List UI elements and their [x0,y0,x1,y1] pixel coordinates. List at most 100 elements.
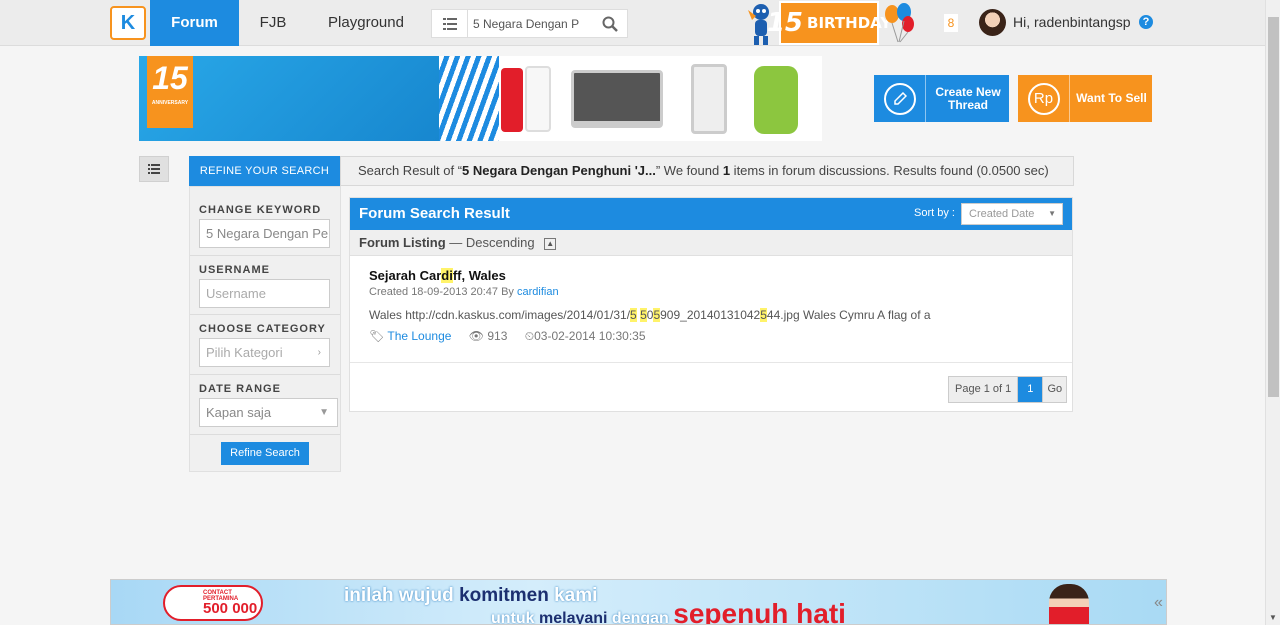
summary-count: 1 [722,163,731,178]
refine-sidebar: CHANGE KEYWORD 5 Negara Dengan Pe USERNA… [189,186,341,472]
thread-snippet: Wales http://cdn.kaskus.com/images/2014/… [369,308,931,322]
chevron-down-icon: ▼ [319,407,329,418]
go-button[interactable]: Go [1042,377,1067,402]
last-post-time: 03-02-2014 10:30:35 [534,329,646,343]
keyword-input[interactable]: 5 Negara Dengan Pe [199,219,330,248]
sidebar-toggle-button[interactable] [139,156,169,182]
category-link[interactable]: The Lounge [387,329,451,343]
summary-suffix: items in forum discussions. Results foun… [730,163,1049,178]
username-label: USERNAME [199,264,270,276]
refine-search-button[interactable]: Refine Search [221,442,309,465]
forum-listing-bar: Forum Listing — Descending ▲ [350,230,1072,256]
tab-playground[interactable]: Playground [313,0,419,46]
ad-text: melayani [539,610,608,625]
want-to-sell-label: Want To Sell [1076,91,1147,105]
listing-label: Forum Listing [359,235,446,250]
eye-icon: 👁 [468,329,484,343]
create-thread-button[interactable]: Create New Thread [874,75,1009,122]
phone-white-image [525,66,551,132]
rupiah-icon-text: Rp [1027,82,1060,115]
laptop-image [571,70,663,128]
avatar[interactable] [979,9,1006,36]
date-range-section: DATE RANGE Kapan saja ▼ [190,375,340,435]
list-toggle-icon [148,164,160,174]
category-section: CHOOSE CATEGORY Pilih Kategori › [190,315,340,375]
thread-title-link[interactable]: Sejarah Cardiff, Wales [369,268,506,283]
ad-text: untuk [491,610,539,625]
category-label: CHOOSE CATEGORY [199,323,326,335]
page-info: Page 1 of 1 [949,377,1019,402]
snippet-highlight: 5 [760,308,767,322]
anniversary-label: ANNIVERSARY [151,100,189,106]
summary-prefix: Search Result of “ [358,163,463,178]
ad-text: sepenuh hati [673,598,846,625]
birthday-label: BIRTHDAY [807,14,892,32]
page-scrollbar[interactable]: ▼ [1265,0,1280,625]
category-placeholder: Pilih Kategori [206,345,283,360]
user-greeting[interactable]: Hi, radenbintangsp [1013,14,1131,30]
snippet-highlight: 5 [640,308,647,322]
tab-fjb[interactable]: FJB [243,0,303,46]
phone-red-image [501,68,523,132]
date-range-value: Kapan saja [206,405,272,420]
keyword-section: CHANGE KEYWORD 5 Negara Dengan Pe [190,187,340,256]
snippet-text: 44.jpg Wales Cymru A flag of a [766,308,931,322]
clock-icon: ⏲ [524,329,535,343]
anniversary-banner[interactable]: 15 ANNIVERSARY [139,56,822,141]
refine-search-tab[interactable]: REFINE YOUR SEARCH [189,156,340,186]
date-range-select[interactable]: Kapan saja ▼ [199,398,338,427]
search-icon[interactable] [599,13,621,35]
thread-footer: 🏷 The Lounge 👁 913 ⏲03-02-2014 10:30:35 [369,329,660,344]
forum-search-results: Forum Search Result Sort by : Created Da… [349,197,1073,412]
sort-label: Sort by : [914,207,955,219]
bottom-advertisement[interactable]: CONTACT PERTAMINA 500 000 inilah wujud k… [110,579,1167,625]
username-section: USERNAME Username [190,256,340,315]
chevron-right-icon: › [317,347,321,358]
smartwatch-image [754,66,798,134]
username-input[interactable]: Username [199,279,330,308]
birthday-badge[interactable]: 15 BIRTHDAY [767,1,891,45]
ad-badge-number: 500 000 [203,600,258,617]
iphone-image [691,64,727,134]
search-bar [431,9,628,38]
thread-meta: Created 18-09-2013 20:47 By cardifian [369,286,559,298]
pagination: Page 1 of 1 1 Go [948,376,1068,403]
balloons-icon [882,2,918,44]
thread-title-pre: Sejarah Car [369,268,442,283]
list-icon[interactable] [432,10,468,37]
listing-order: — Descending [445,235,535,250]
ad-text: dengan [607,610,674,625]
sort-select[interactable]: Created Date ▼ [961,203,1063,225]
page-number-button[interactable]: 1 [1018,377,1043,402]
search-result-summary: Search Result of “5 Negara Dengan Penghu… [340,156,1074,186]
collapse-ad-icon[interactable]: « [1154,594,1163,612]
collapse-icon[interactable]: ▲ [544,237,557,250]
date-range-label: DATE RANGE [199,383,281,395]
thread-author-link[interactable]: cardifian [517,286,559,298]
want-to-sell-button[interactable]: Rp Want To Sell [1018,75,1152,122]
kaskus-logo[interactable]: K [110,6,146,40]
search-input[interactable] [473,14,598,34]
birthday-number: 15 [766,8,804,38]
anniversary-number: 15 [152,60,188,96]
tab-forum[interactable]: Forum [150,0,239,46]
banner-stripes [439,56,499,141]
keyword-label: CHANGE KEYWORD [199,204,322,216]
notification-count[interactable]: 8 [944,14,958,32]
ad-text: inilah wujud [344,585,460,606]
ad-headline-2: untuk melayani dengan sepenuh hati [491,598,846,625]
ad-person-image [1049,584,1089,624]
help-icon[interactable]: ? [1139,15,1153,29]
logo-letter: K [120,11,136,34]
create-thread-label: Create New Thread [935,84,1001,112]
results-divider [350,362,1072,363]
snippet-text: 909_20140131042 [660,308,761,322]
sort-value: Created Date [969,208,1035,220]
snippet-highlight: 5 [630,308,637,322]
category-select[interactable]: Pilih Kategori › [199,338,330,367]
results-header: Forum Search Result Sort by : Created Da… [350,198,1072,230]
snippet-text: Wales http://cdn.kaskus.com/images/2014/… [369,308,631,322]
anniversary-badge: 15 ANNIVERSARY [147,56,193,128]
scroll-thumb[interactable] [1268,17,1279,397]
scroll-down-arrow-icon[interactable]: ▼ [1269,613,1277,622]
